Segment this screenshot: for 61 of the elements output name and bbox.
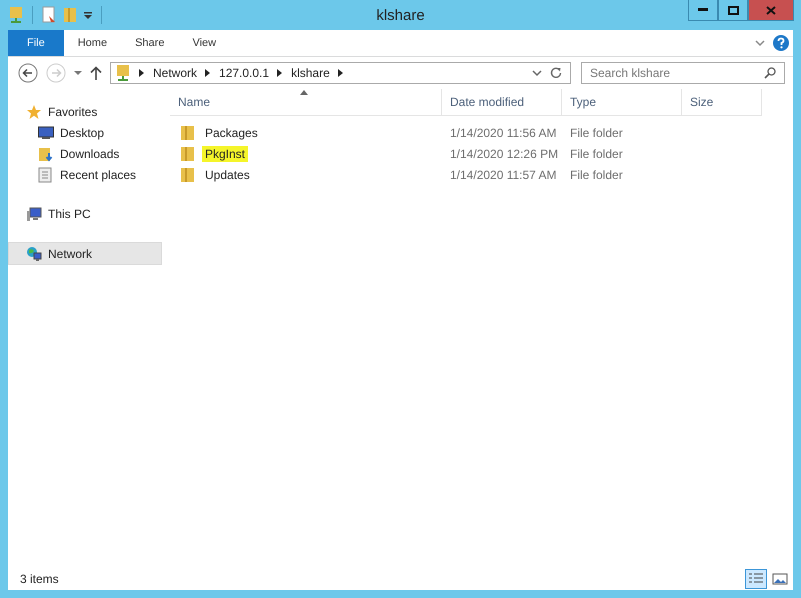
chevron-down-icon[interactable] xyxy=(755,39,765,47)
details-view-button[interactable] xyxy=(745,569,767,589)
breadcrumb-arrow-icon[interactable] xyxy=(205,69,212,77)
star-icon xyxy=(26,104,42,120)
network-folder-icon xyxy=(115,64,131,82)
column-header[interactable]: Size xyxy=(682,89,762,115)
sort-arrow-icon xyxy=(300,90,308,95)
sidebar-item[interactable]: Favorites xyxy=(8,101,162,122)
table-cell-text: File folder xyxy=(569,126,624,140)
table-cell-text: 1/14/2020 11:56 AM xyxy=(449,126,558,140)
table-cell-text: 1/14/2020 12:26 PM xyxy=(449,146,560,160)
table-cell-text: 1/14/2020 11:57 AM xyxy=(449,168,558,182)
file-name[interactable]: Packages xyxy=(202,124,261,140)
properties-icon[interactable] xyxy=(41,6,57,24)
minimize-button[interactable] xyxy=(688,0,718,21)
caret-icon[interactable] xyxy=(74,70,82,76)
computer-icon xyxy=(26,206,42,222)
file-name[interactable]: Updates xyxy=(202,166,253,182)
maximize-button[interactable] xyxy=(718,0,748,21)
breadcrumb-arrow-icon[interactable] xyxy=(277,69,284,77)
file-name[interactable]: PkgInst xyxy=(202,146,248,162)
chevron-down-icon[interactable] xyxy=(532,69,542,77)
back-icon[interactable] xyxy=(18,63,38,83)
network-icon xyxy=(26,246,42,262)
folder-icon xyxy=(180,146,196,162)
ribbon-tab[interactable]: View xyxy=(178,30,230,56)
downloads-folder-icon xyxy=(38,146,54,162)
folder-icon xyxy=(180,124,196,140)
desktop-icon xyxy=(38,126,54,140)
refresh-icon[interactable] xyxy=(550,67,562,79)
table-cell-text: File folder xyxy=(569,146,624,160)
ribbon-tab[interactable]: Share xyxy=(121,30,178,56)
ribbon-tab[interactable]: File xyxy=(8,30,64,56)
up-arrow-icon[interactable] xyxy=(90,66,102,80)
image-icon xyxy=(772,572,788,586)
window-title: klshare xyxy=(375,6,426,24)
sidebar-item[interactable]: This PC xyxy=(8,203,162,224)
breadcrumb-arrow-icon[interactable] xyxy=(139,69,145,77)
folder-icon xyxy=(180,166,196,182)
table-cell-text: File folder xyxy=(569,168,624,182)
search-field[interactable]: Search klshare xyxy=(581,62,785,84)
breadcrumb-arrow-icon[interactable] xyxy=(338,69,344,77)
sidebar-item[interactable]: Desktop xyxy=(8,122,162,143)
sidebar-item[interactable]: Network xyxy=(8,242,162,265)
breadcrumb[interactable]: Network xyxy=(153,66,198,80)
ribbon-tab[interactable]: Home xyxy=(64,30,122,56)
sidebar-item[interactable]: Downloads xyxy=(8,143,162,164)
breadcrumb[interactable]: 127.0.0.1 xyxy=(219,66,270,80)
recent-places-icon xyxy=(38,166,54,182)
minimize-icon xyxy=(698,8,708,12)
sidebar-item[interactable]: Recent places xyxy=(8,164,162,185)
column-header[interactable]: Type xyxy=(562,89,682,115)
search-icon[interactable] xyxy=(764,67,776,79)
address-bar[interactable]: Network 127.0.0.1 klshare xyxy=(110,62,571,84)
close-button[interactable] xyxy=(748,0,794,21)
item-count: 3 items xyxy=(20,572,59,586)
column-header[interactable]: Date modified xyxy=(442,89,562,115)
breadcrumb[interactable]: klshare xyxy=(291,66,330,80)
close-icon xyxy=(766,6,776,14)
maximize-icon xyxy=(728,6,738,14)
help-icon[interactable] xyxy=(773,35,789,51)
